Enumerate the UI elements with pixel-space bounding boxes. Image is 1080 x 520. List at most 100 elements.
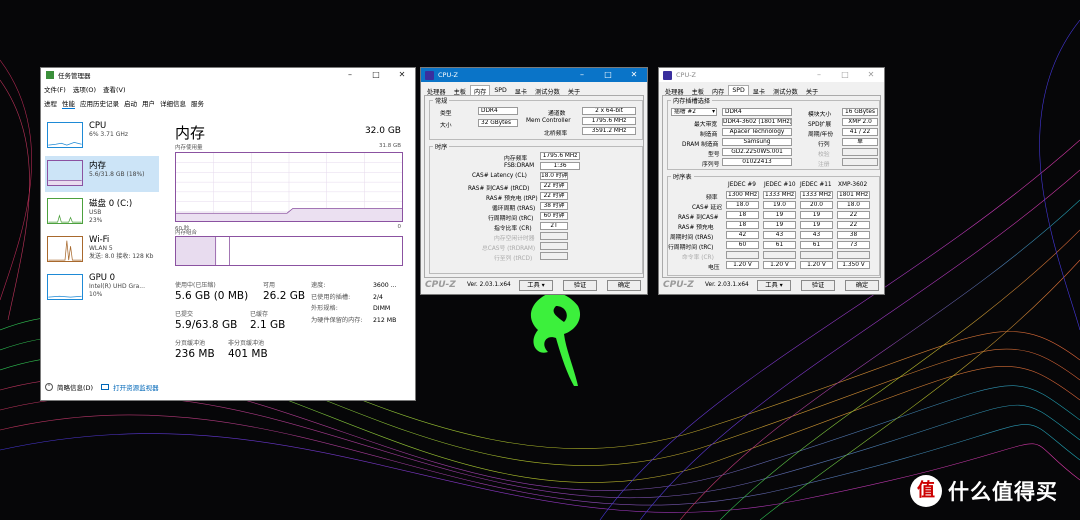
timing-value: 22 时钟 [540, 192, 568, 200]
table-cell: 1.350 V [837, 261, 870, 269]
validate-button[interactable]: 验证 [801, 280, 835, 291]
committed-value: 5.9/63.8 GB [175, 319, 238, 331]
maximize-button[interactable]: □ [595, 68, 621, 82]
footer: ⌃ 简略信息(D) 打开资源监视器 [45, 382, 159, 392]
sidebar-item-wifi[interactable]: Wi-Fi WLAN 5 发送: 8.0 接收: 128 Kb [45, 232, 159, 268]
timing-value: 38 时钟 [540, 202, 568, 210]
prop-label: 已使用的插槽: [311, 293, 351, 301]
chevron-up-icon[interactable]: ⌃ [45, 383, 53, 391]
sidebar-item-detail: 6% 3.71 GHz [89, 131, 129, 138]
table-cell: 1801 MHz [837, 191, 870, 199]
registered-value-empty [842, 158, 878, 166]
channels-value: 2 x 64-bit [582, 107, 636, 115]
table-cell: 42 [726, 231, 759, 239]
page-title: 内存 [175, 124, 206, 142]
composition-label: 内存组合 [175, 230, 198, 236]
channels-label: 通道数 [548, 111, 566, 117]
tab-details[interactable]: 详细信息 [160, 98, 186, 109]
usage-max: 31.8 GB [378, 143, 401, 149]
taskmgr-icon [46, 71, 54, 79]
minimize-button[interactable]: – [569, 68, 595, 82]
sidebar-item-title: 内存 [89, 161, 107, 171]
minimize-button[interactable]: – [806, 68, 832, 82]
registered-label: 注册 [818, 162, 830, 168]
open-resource-monitor-link[interactable]: 打开资源监视器 [113, 382, 159, 392]
tab-app-history[interactable]: 应用历史记录 [80, 98, 119, 109]
cpuz-logo-icon [425, 70, 434, 80]
tab-performance[interactable]: 性能 [62, 98, 75, 109]
tools-button[interactable]: 工具 ▾ [757, 280, 791, 291]
close-button[interactable]: ✕ [389, 68, 415, 82]
tools-label: 工具 [765, 282, 778, 289]
title-bar[interactable]: 任务管理器 – □ ✕ [41, 68, 415, 82]
cpuz-brand: CPU-Z [663, 280, 694, 290]
perf-sidebar: CPU 6% 3.71 GHz 内存 5.6/31.8 GB (18%) 磁盘 … [45, 118, 159, 308]
menu-options[interactable]: 选项(O) [73, 84, 96, 94]
tab-processes[interactable]: 进程 [44, 98, 57, 109]
timing-label-disabled: 行至列 (tRCD) [494, 256, 533, 262]
timing-label: 行周期时间 (tRC) [488, 216, 534, 222]
tab-services[interactable]: 服务 [191, 98, 204, 109]
slot-select[interactable]: 插槽 #2 ▾ [671, 108, 717, 116]
ok-button[interactable]: 确定 [607, 280, 641, 291]
title-bar[interactable]: CPU-Z – □ ✕ [659, 68, 884, 82]
row-label: 周期时间 (tRAS) [670, 235, 714, 241]
timing-label-disabled: 内存空闲计时器 [494, 236, 535, 242]
mem-controller-value: 1795.6 MHz [582, 117, 636, 125]
version-label: Ver. 2.03.1.x64 [467, 282, 511, 288]
tools-button[interactable]: 工具 ▾ [519, 280, 553, 291]
general-group: 常规 类型 DDR4 大小 32 GBytes 通道数 2 x 64-bit M… [429, 96, 643, 140]
dram-mfr-value: Samsung [722, 138, 792, 146]
group-title: 时序 [433, 142, 450, 151]
sidebar-item-detail: WLAN 5 [89, 245, 113, 252]
table-cell: 19.0 [763, 201, 796, 209]
timing-value-empty [540, 242, 568, 250]
table-cell: 43 [800, 231, 833, 239]
timing-value: 60 时钟 [540, 212, 568, 220]
available-value: 26.2 GB [263, 290, 306, 302]
menu-file[interactable]: 文件(F) [44, 84, 66, 94]
axis-right-label: 0 [397, 224, 402, 230]
column-header: XMP-3602 [838, 182, 868, 188]
table-cell-empty [837, 251, 870, 259]
window-title: CPU-Z [676, 71, 697, 79]
sidebar-item-title: 磁盘 0 (C:) [89, 199, 133, 209]
sidebar-item-disk[interactable]: 磁盘 0 (C:) USB 23% [45, 194, 159, 230]
row-label: 行周期时间 (tRC) [668, 245, 714, 251]
timing-table-group: 时序表 JEDEC #9 JEDEC #10 JEDEC #11 XMP-360… [667, 172, 880, 276]
sidebar-item-cpu[interactable]: CPU 6% 3.71 GHz [45, 118, 159, 154]
sidebar-item-memory[interactable]: 内存 5.6/31.8 GB (18%) [45, 156, 159, 192]
checksum-value-empty [842, 148, 878, 156]
title-bar[interactable]: CPU-Z – □ ✕ [421, 68, 647, 82]
paged-pool-label: 分页缓冲池 [175, 340, 206, 347]
razer-logo [530, 292, 581, 386]
minimize-button[interactable]: – [337, 68, 363, 82]
table-cell: 1333 MHz [763, 191, 796, 199]
slot-select-value: 插槽 #2 [674, 109, 696, 115]
row-label-disabled: 命令率 (CR) [682, 255, 714, 261]
menu-view[interactable]: 查看(V) [103, 84, 126, 94]
table-cell: 22 [837, 221, 870, 229]
cpuz-logo-icon [663, 70, 672, 80]
close-button[interactable]: ✕ [621, 68, 647, 82]
maximize-button[interactable]: □ [363, 68, 389, 82]
table-cell: 73 [837, 241, 870, 249]
sidebar-item-gpu[interactable]: GPU 0 Intel(R) UHD Gra... 10% [45, 270, 159, 306]
brief-info-link[interactable]: 简略信息(D) [57, 382, 93, 392]
ok-button[interactable]: 确定 [845, 280, 879, 291]
gpu-sparkline [47, 274, 83, 300]
type-label: 类型 [440, 111, 452, 117]
slot-type: DDR4 [722, 108, 792, 116]
window-title: 任务管理器 [58, 72, 91, 80]
timing-label: 指令比率 (CR) [494, 226, 532, 232]
table-cell: 22 [837, 211, 870, 219]
nonpaged-pool-value: 401 MB [228, 348, 268, 360]
tab-startup[interactable]: 启动 [124, 98, 137, 109]
part-number-value: GD2.2250WS.001 [722, 148, 792, 156]
tab-users[interactable]: 用户 [142, 98, 155, 109]
tab-bar: 进程 性能 应用历史记录 启动 用户 详细信息 服务 [44, 98, 204, 109]
validate-button[interactable]: 验证 [563, 280, 597, 291]
memory-composition-bar [175, 236, 403, 266]
maximize-button[interactable]: □ [832, 68, 858, 82]
close-button[interactable]: ✕ [858, 68, 884, 82]
